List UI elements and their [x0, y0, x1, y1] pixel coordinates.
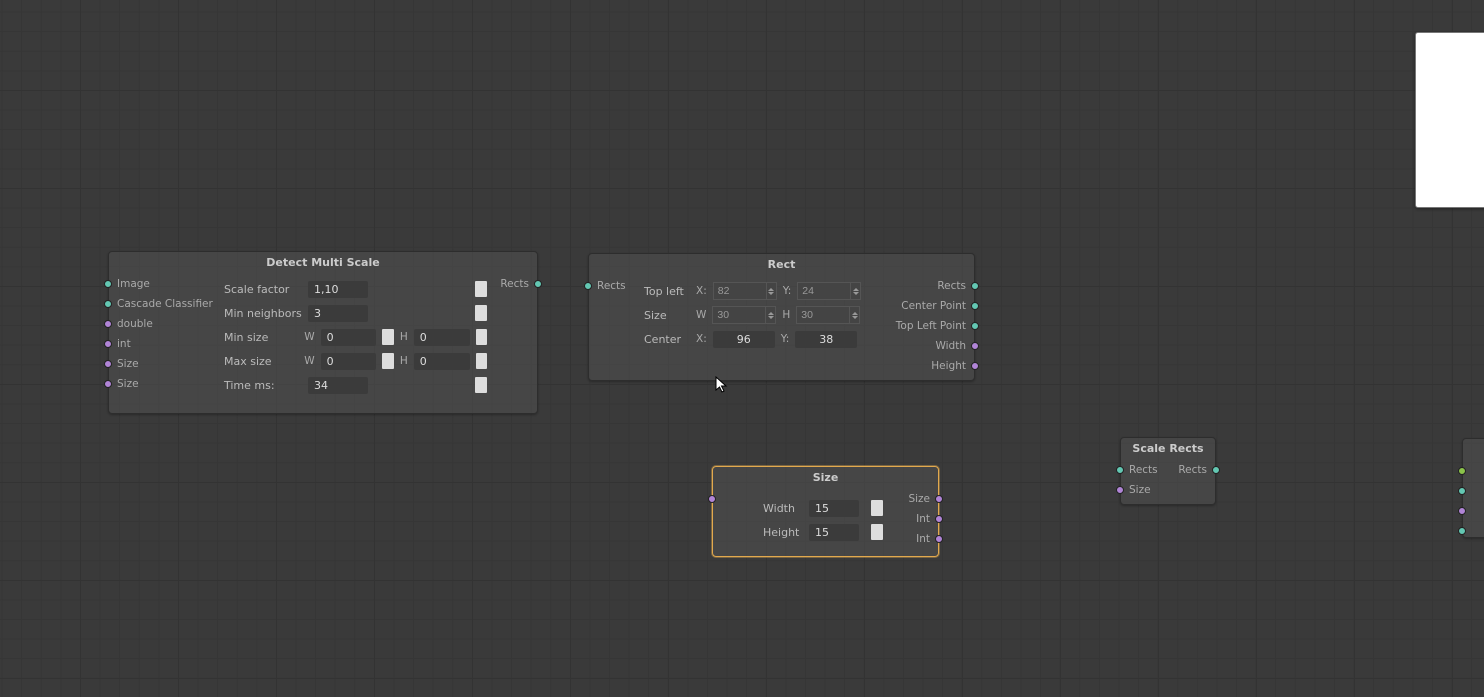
- input-port-rects[interactable]: Rects: [1116, 460, 1158, 480]
- output-port-size[interactable]: Size: [908, 489, 943, 509]
- param-label: Time ms:: [224, 379, 302, 392]
- time-ms-value: 34: [308, 377, 368, 394]
- param-label: Scale factor: [224, 283, 302, 296]
- center-x-value: 96: [713, 331, 775, 348]
- input-port-int[interactable]: int: [104, 334, 131, 354]
- size-h-input[interactable]: [796, 306, 860, 324]
- param-label: Max size: [224, 355, 298, 368]
- height-value[interactable]: 15: [809, 524, 859, 541]
- input-port-image[interactable]: Image: [104, 274, 150, 294]
- param-label: Size: [644, 309, 690, 322]
- topleft-x-input[interactable]: [713, 282, 777, 300]
- pin-button[interactable]: [382, 353, 393, 369]
- pin-button[interactable]: [475, 377, 487, 393]
- min-neighbors-value[interactable]: 3: [308, 305, 368, 322]
- pin-button[interactable]: [871, 500, 883, 516]
- input-port-rects[interactable]: Rects: [584, 276, 626, 296]
- node-partial[interactable]: [1462, 438, 1484, 538]
- width-value[interactable]: 15: [809, 500, 859, 517]
- node-title: Detect Multi Scale: [109, 252, 537, 275]
- param-label: Width: [763, 502, 803, 515]
- input-port-cascade-classifier[interactable]: Cascade Classifier: [104, 294, 213, 314]
- output-port-top-left-point[interactable]: Top Left Point: [896, 316, 979, 336]
- input-port-unnamed[interactable]: [708, 489, 716, 509]
- input-port-partial-1[interactable]: [1458, 461, 1466, 481]
- node-rect[interactable]: Rect Rects Rects Center Point Top Left P…: [588, 253, 975, 381]
- param-label: Top left: [644, 285, 690, 298]
- output-port-center-point[interactable]: Center Point: [901, 296, 979, 316]
- input-port-size-2[interactable]: Size: [104, 374, 139, 394]
- node-title: Size: [713, 467, 938, 490]
- center-y-value: 38: [795, 331, 857, 348]
- pin-button[interactable]: [476, 329, 487, 345]
- output-port-rects[interactable]: Rects: [500, 274, 542, 294]
- min-size-h-value[interactable]: 0: [414, 329, 470, 346]
- input-port-partial-2[interactable]: [1458, 481, 1466, 501]
- output-port-rects[interactable]: Rects: [937, 276, 979, 296]
- max-size-w-value[interactable]: 0: [321, 353, 377, 370]
- node-detect-multi-scale[interactable]: Detect Multi Scale Image Cascade Classif…: [108, 251, 538, 414]
- pin-button[interactable]: [871, 524, 883, 540]
- topleft-y-input[interactable]: [797, 282, 861, 300]
- pin-button[interactable]: [475, 281, 487, 297]
- input-port-size[interactable]: Size: [1116, 480, 1151, 500]
- param-label: Min neighbors: [224, 307, 302, 320]
- output-port-width[interactable]: Width: [935, 336, 979, 356]
- output-port-rects[interactable]: Rects: [1178, 460, 1220, 480]
- max-size-h-value[interactable]: 0: [414, 353, 470, 370]
- output-port-int-1[interactable]: Int: [916, 509, 943, 529]
- node-title: Rect: [589, 254, 974, 277]
- input-port-double[interactable]: double: [104, 314, 153, 334]
- param-label: Center: [644, 333, 690, 346]
- output-port-int-2[interactable]: Int: [916, 529, 943, 549]
- preview-panel[interactable]: [1415, 32, 1484, 208]
- node-scale-rects[interactable]: Scale Rects Rects Size Rects: [1120, 437, 1216, 505]
- scale-factor-value[interactable]: 1,10: [308, 281, 368, 298]
- node-size[interactable]: Size Size Int Int Width 15 Height 15: [712, 466, 939, 557]
- node-title: Scale Rects: [1121, 438, 1215, 461]
- pin-button[interactable]: [476, 353, 487, 369]
- input-port-partial-3[interactable]: [1458, 501, 1466, 521]
- input-port-partial-4[interactable]: [1458, 521, 1466, 541]
- size-w-input[interactable]: [712, 306, 776, 324]
- param-label: Height: [763, 526, 803, 539]
- pin-button[interactable]: [382, 329, 393, 345]
- param-label: Min size: [224, 331, 298, 344]
- input-port-size-1[interactable]: Size: [104, 354, 139, 374]
- min-size-w-value[interactable]: 0: [321, 329, 377, 346]
- output-port-height[interactable]: Height: [931, 356, 979, 376]
- pin-button[interactable]: [475, 305, 487, 321]
